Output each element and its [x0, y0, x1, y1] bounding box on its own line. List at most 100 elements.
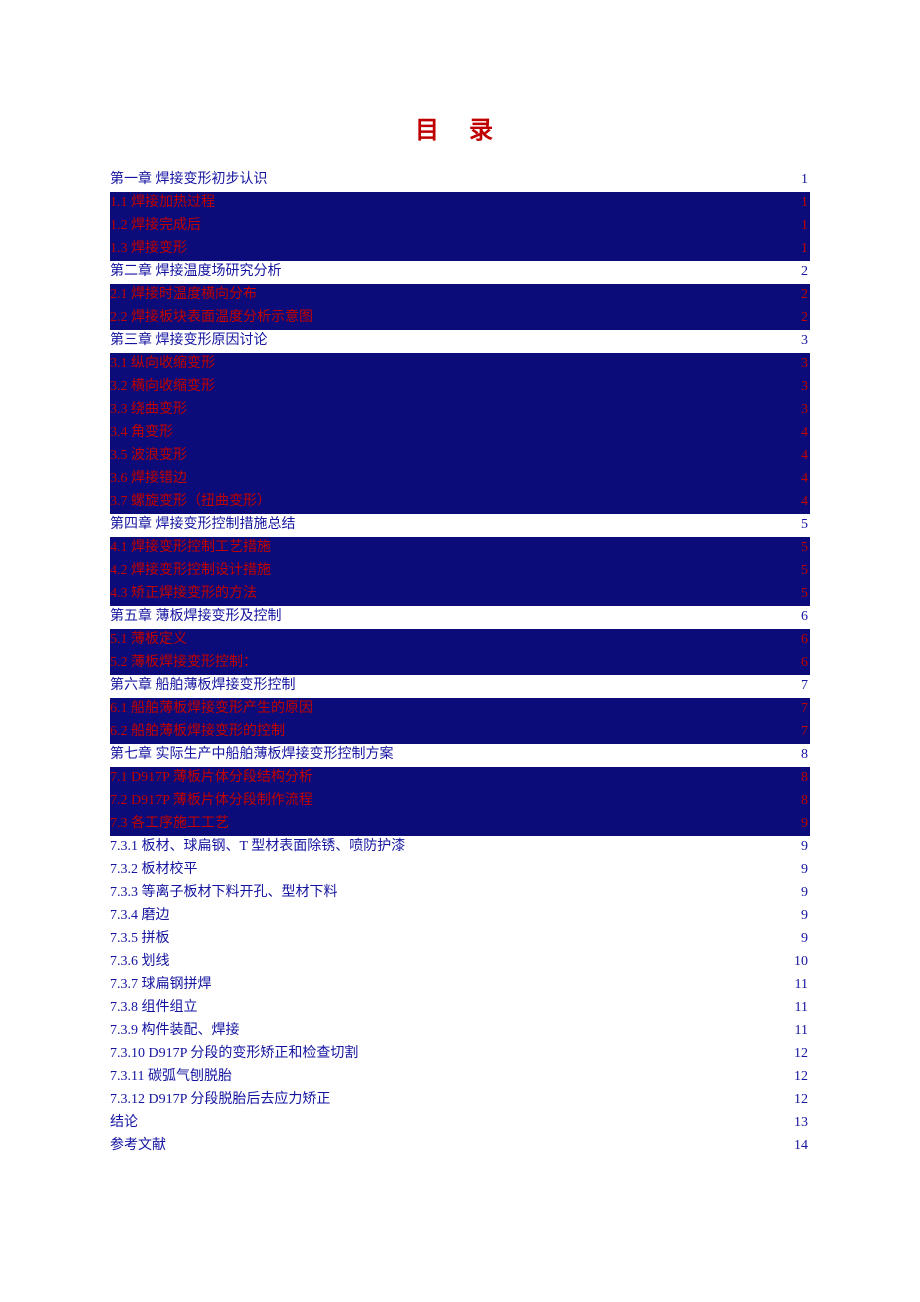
- toc-entry[interactable]: 7.1 D917P 薄板片体分段结构分析8: [110, 767, 810, 790]
- toc-entry-page: 3: [801, 353, 808, 375]
- toc-entry-page: 5: [801, 514, 808, 536]
- toc-entry[interactable]: 7.3.5 拼板9: [110, 928, 810, 951]
- toc-entry-label: 7.3.10 D917P 分段的变形矫正和检查切割: [110, 1043, 358, 1065]
- toc-entry[interactable]: 7.3.4 磨边9: [110, 905, 810, 928]
- toc-entry[interactable]: 1.3 焊接变形 1: [110, 238, 810, 261]
- toc-entry-label: 7.3.2 板材校平: [110, 859, 198, 881]
- toc-entry-page: 5: [801, 583, 808, 605]
- toc-entry-page: 8: [801, 767, 808, 789]
- toc-entry[interactable]: 第三章 焊接变形原因讨论3: [110, 330, 810, 353]
- toc-entry[interactable]: 3.1 纵向收缩变形 3: [110, 353, 810, 376]
- toc-entry-label: 3.3 绕曲变形: [110, 399, 187, 421]
- toc-entry[interactable]: 3.3 绕曲变形 3: [110, 399, 810, 422]
- toc-entry[interactable]: 第七章 实际生产中船舶薄板焊接变形控制方案 8: [110, 744, 810, 767]
- toc-entry[interactable]: 第四章 焊接变形控制措施总结5: [110, 514, 810, 537]
- toc-entry-page: 5: [801, 537, 808, 559]
- toc-entry[interactable]: 4.3 矫正焊接变形的方法 5: [110, 583, 810, 606]
- toc-entry-label: 3.6 焊接错边: [110, 468, 187, 490]
- toc-entry-label: 7.2 D917P 薄板片体分段制作流程: [110, 790, 313, 812]
- toc-entry[interactable]: 7.3.1 板材、球扁钢、T 型材表面除锈、喷防护漆9: [110, 836, 810, 859]
- toc-entry[interactable]: 第一章 焊接变形初步认识1: [110, 169, 810, 192]
- toc-entry-page: 6: [801, 606, 808, 628]
- toc-entry-page: 3: [801, 399, 808, 421]
- toc-entry[interactable]: 2.2 焊接板块表面温度分析示意图2: [110, 307, 810, 330]
- toc-entry[interactable]: 4.2 焊接变形控制设计措施 5: [110, 560, 810, 583]
- toc-entry-page: 4: [801, 491, 808, 513]
- toc-entry[interactable]: 3.4 角变形4: [110, 422, 810, 445]
- toc-entry[interactable]: 7.3.12 D917P 分段脱胎后去应力矫正12: [110, 1089, 810, 1112]
- toc-entry-label: 7.3.7 球扁钢拼焊: [110, 974, 212, 996]
- toc-entry[interactable]: 7.3.3 等离子板材下料开孔、型材下料9: [110, 882, 810, 905]
- toc-entry[interactable]: 5.1 薄板定义6: [110, 629, 810, 652]
- toc-entry[interactable]: 3.7 螺旋变形（扭曲变形）4: [110, 491, 810, 514]
- toc-entry-label: 4.2 焊接变形控制设计措施: [110, 560, 271, 582]
- toc-entry-page: 14: [794, 1135, 808, 1157]
- toc-entry-label: 参考文献: [110, 1135, 166, 1157]
- toc-entry-page: 1: [801, 192, 808, 214]
- toc-entry-page: 8: [801, 790, 808, 812]
- toc-entry-page: 7: [801, 675, 808, 697]
- toc-entry[interactable]: 7.3.2 板材校平 9: [110, 859, 810, 882]
- toc-entry-label: 3.5 波浪变形: [110, 445, 187, 467]
- toc-entry-label: 第三章 焊接变形原因讨论: [110, 330, 268, 352]
- toc-entry-label: 7.3.8 组件组立: [110, 997, 198, 1019]
- toc-entry-label: 结论: [110, 1112, 138, 1134]
- toc-entry[interactable]: 6.1 船舶薄板焊接变形产生的原因7: [110, 698, 810, 721]
- toc-entry-label: 3.1 纵向收缩变形: [110, 353, 215, 375]
- toc-entry[interactable]: 7.3.11 碳弧气刨脱胎12: [110, 1066, 810, 1089]
- toc-entry-page: 11: [795, 1020, 808, 1042]
- toc-entry-page: 9: [801, 836, 808, 858]
- toc-entry-label: 6.1 船舶薄板焊接变形产生的原因: [110, 698, 313, 720]
- toc-entry-label: 2.2 焊接板块表面温度分析示意图: [110, 307, 313, 329]
- toc-entry-page: 11: [795, 997, 808, 1019]
- toc-entry-page: 7: [801, 721, 808, 743]
- toc-entry[interactable]: 7.3.7 球扁钢拼焊11: [110, 974, 810, 997]
- toc-entry[interactable]: 参考文献 14: [110, 1135, 810, 1158]
- toc-entry[interactable]: 1.1 焊接加热过程1: [110, 192, 810, 215]
- toc-entry-label: 5.2 薄板焊接变形控制：: [110, 652, 257, 674]
- toc-entry[interactable]: 结论 13: [110, 1112, 810, 1135]
- toc-entry[interactable]: 7.3 各工序施工工艺 9: [110, 813, 810, 836]
- toc-entry[interactable]: 3.5 波浪变形4: [110, 445, 810, 468]
- toc-entry[interactable]: 7.3.8 组件组立 11: [110, 997, 810, 1020]
- toc-entry[interactable]: 1.2 焊接完成后1: [110, 215, 810, 238]
- toc-entry-label: 7.3.4 磨边: [110, 905, 170, 927]
- toc-entry[interactable]: 7.3.9 构件装配、焊接 11: [110, 1020, 810, 1043]
- toc-entry[interactable]: 7.3.10 D917P 分段的变形矫正和检查切割 12: [110, 1043, 810, 1066]
- toc-entry-page: 1: [801, 169, 808, 191]
- toc-entry-page: 9: [801, 813, 808, 835]
- toc-entry[interactable]: 6.2 船舶薄板焊接变形的控制7: [110, 721, 810, 744]
- toc-entry-label: 5.1 薄板定义: [110, 629, 187, 651]
- toc-entry-label: 1.3 焊接变形: [110, 238, 187, 260]
- toc-entry-label: 第七章 实际生产中船舶薄板焊接变形控制方案: [110, 744, 394, 766]
- toc-entry[interactable]: 3.2 横向收缩变形3: [110, 376, 810, 399]
- toc-entry-label: 4.3 矫正焊接变形的方法: [110, 583, 257, 605]
- toc-entry[interactable]: 第五章 薄板焊接变形及控制 6: [110, 606, 810, 629]
- toc-entry-label: 7.3 各工序施工工艺: [110, 813, 229, 835]
- toc-entry-page: 1: [801, 238, 808, 260]
- toc-entry-page: 9: [801, 928, 808, 950]
- toc-entry[interactable]: 3.6 焊接错边 4: [110, 468, 810, 491]
- toc-entry-page: 12: [794, 1066, 808, 1088]
- toc-entry-page: 13: [794, 1112, 808, 1134]
- toc-entry-page: 9: [801, 859, 808, 881]
- toc-entry[interactable]: 第二章 焊接温度场研究分析2: [110, 261, 810, 284]
- toc-entry[interactable]: 4.1 焊接变形控制工艺措施5: [110, 537, 810, 560]
- toc-entry-page: 5: [801, 560, 808, 582]
- toc-entry[interactable]: 7.2 D917P 薄板片体分段制作流程 8: [110, 790, 810, 813]
- toc-entry[interactable]: 第六章 船舶薄板焊接变形控制7: [110, 675, 810, 698]
- toc-entry[interactable]: 2.1 焊接时温度横向分布2: [110, 284, 810, 307]
- toc-entry-page: 12: [794, 1043, 808, 1065]
- toc-entry[interactable]: 5.2 薄板焊接变形控制： 6: [110, 652, 810, 675]
- toc-entry-page: 12: [794, 1089, 808, 1111]
- toc-entry-page: 4: [801, 468, 808, 490]
- toc-entry-page: 6: [801, 652, 808, 674]
- toc-entry-label: 7.3.9 构件装配、焊接: [110, 1020, 240, 1042]
- toc-entry-label: 第五章 薄板焊接变形及控制: [110, 606, 282, 628]
- table-of-contents: 第一章 焊接变形初步认识11.1 焊接加热过程11.2 焊接完成后11.3 焊接…: [110, 169, 810, 1158]
- toc-entry-label: 3.4 角变形: [110, 422, 173, 444]
- document-page: 目 录 第一章 焊接变形初步认识11.1 焊接加热过程11.2 焊接完成后11.…: [0, 0, 920, 1238]
- toc-entry[interactable]: 7.3.6 划线10: [110, 951, 810, 974]
- toc-entry-page: 8: [801, 744, 808, 766]
- toc-entry-label: 2.1 焊接时温度横向分布: [110, 284, 257, 306]
